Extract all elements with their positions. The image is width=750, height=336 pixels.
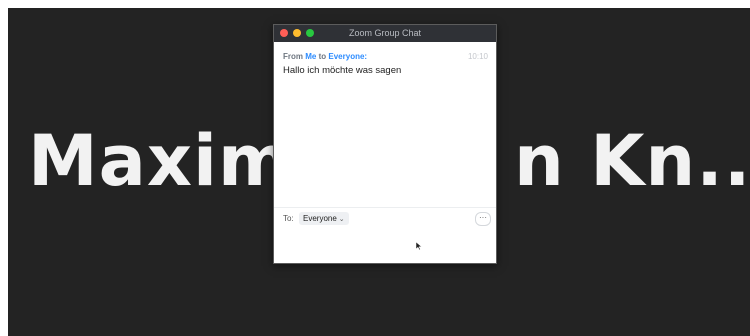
recipient-select-value: Everyone: [303, 214, 337, 223]
to-prefix-label: To:: [283, 214, 294, 223]
recipient-row: To: Everyone ⌄ ···: [274, 209, 496, 229]
chat-window-title: Zoom Group Chat: [348, 28, 422, 38]
chat-window: Zoom Group Chat From Me to Everyone: 10:…: [273, 24, 497, 264]
recipient-select[interactable]: Everyone ⌄: [299, 212, 349, 225]
recipient-name[interactable]: Everyone:: [328, 52, 367, 61]
chat-titlebar[interactable]: Zoom Group Chat: [274, 25, 496, 42]
chat-message-input[interactable]: [274, 229, 496, 263]
composer-divider: [274, 207, 496, 208]
participant-name-start: Maxim: [28, 120, 292, 202]
message-header: From Me to Everyone:: [283, 52, 367, 61]
from-label: From: [283, 52, 303, 61]
chevron-down-icon: ⌄: [338, 216, 345, 223]
participant-name-end: n Kn...: [513, 120, 750, 202]
mouse-pointer-icon: [416, 242, 422, 250]
message-text: Hallo ich möchte was sagen: [283, 65, 402, 76]
top-strip: [0, 0, 750, 8]
to-label: to: [318, 52, 327, 61]
more-options-button[interactable]: ···: [475, 212, 491, 226]
chat-message-list[interactable]: From Me to Everyone: 10:10 Hallo ich möc…: [274, 42, 496, 205]
message-timestamp: 10:10: [467, 52, 488, 61]
sender-name[interactable]: Me: [305, 52, 316, 61]
